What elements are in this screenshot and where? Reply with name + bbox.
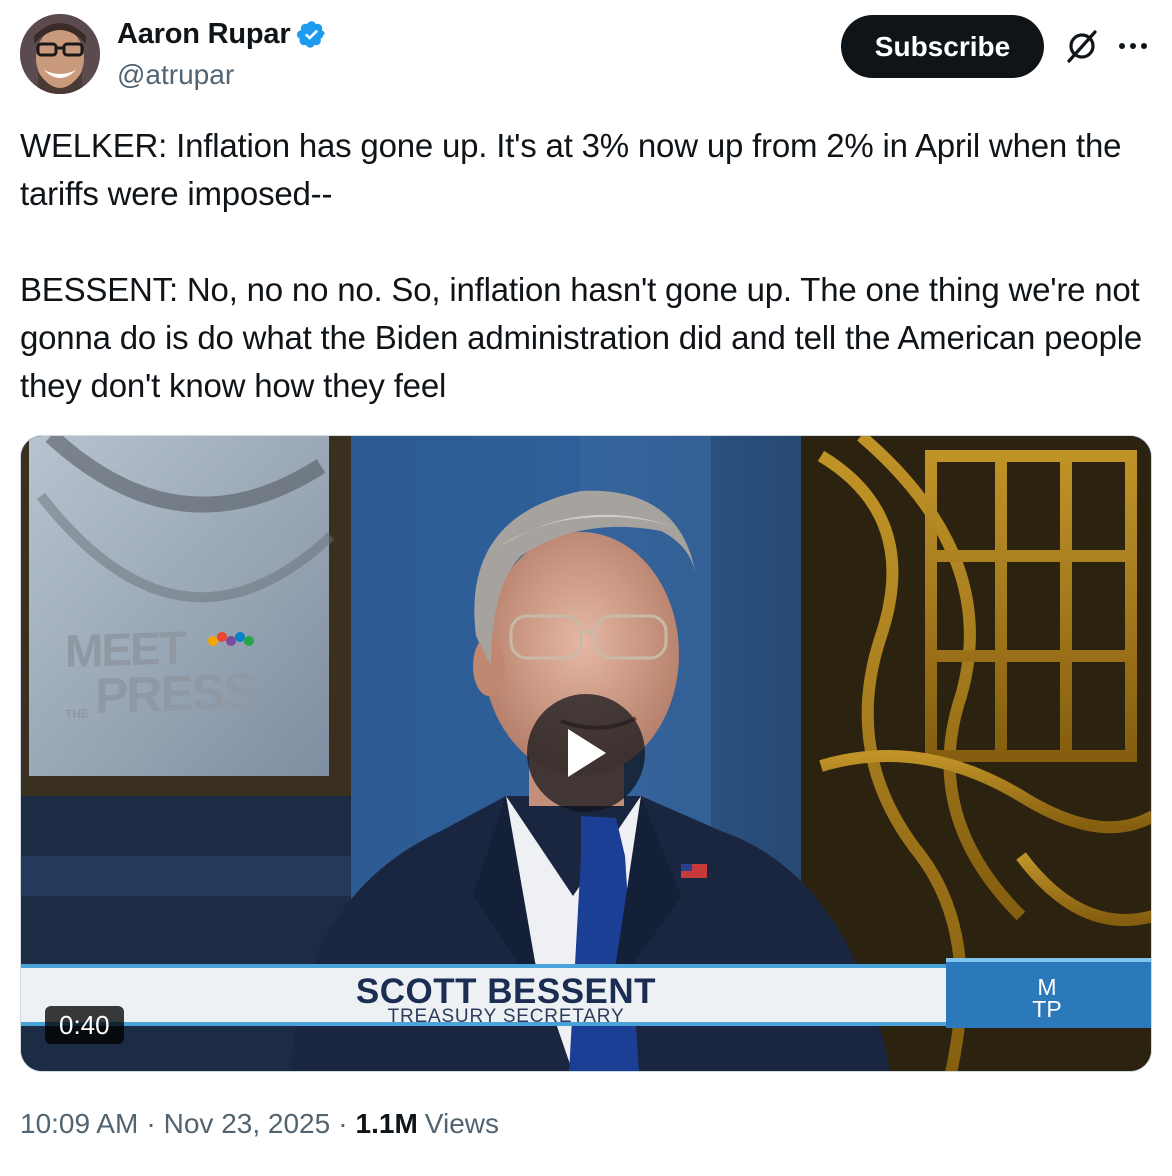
more-dot <box>1141 43 1147 49</box>
verified-badge-icon <box>296 19 327 50</box>
tweet-meta: 10:09 AM · Nov 23, 2025 · 1.1M Views <box>20 1108 499 1140</box>
more-dot <box>1119 43 1125 49</box>
author-name-row[interactable]: Aaron Rupar <box>117 18 327 51</box>
meta-separator: · <box>146 1108 156 1139</box>
network-bug-line1: M <box>1037 974 1057 1000</box>
meta-separator: · <box>338 1108 348 1139</box>
more-icon[interactable] <box>1114 28 1152 64</box>
video-player[interactable]: SCOTT BESSENT TREASURY SECRETARY M TP ME… <box>20 435 1152 1072</box>
tweet-text: WELKER: Inflation has gone up. It's at 3… <box>20 122 1152 410</box>
video-duration: 0:40 <box>45 1006 124 1044</box>
network-bug: M TP <box>1023 974 1071 1022</box>
backdrop-logo-line3: PRESS <box>95 662 255 725</box>
views-label: Views <box>424 1108 499 1139</box>
lower-third-title: TREASURY SECRETARY <box>387 1006 625 1027</box>
author-name[interactable]: Aaron Rupar <box>117 18 291 51</box>
tweet-paragraph: BESSENT: No, no no no. So, inflation has… <box>20 271 1143 404</box>
avatar[interactable] <box>20 14 100 94</box>
grok-icon[interactable] <box>1064 28 1100 64</box>
play-button[interactable] <box>527 694 645 812</box>
author-handle[interactable]: @atrupar <box>117 59 234 91</box>
subscribe-button[interactable]: Subscribe <box>841 15 1044 78</box>
tweet-time[interactable]: 10:09 AM <box>20 1108 138 1140</box>
tweet-paragraph: WELKER: Inflation has gone up. It's at 3… <box>20 127 1122 212</box>
views-count[interactable]: 1.1M <box>356 1108 418 1140</box>
backdrop-logo-line2: THE <box>65 706 89 722</box>
play-icon <box>568 729 606 777</box>
tweet-header: Aaron Rupar @atrupar Subscribe <box>20 14 1152 94</box>
tweet-date[interactable]: Nov 23, 2025 <box>164 1108 331 1140</box>
network-bug-line2: TP <box>1032 996 1062 1022</box>
more-dot <box>1130 43 1136 49</box>
backdrop-logo: MEET THE PRESS <box>65 621 255 725</box>
avatar-image <box>20 14 100 94</box>
